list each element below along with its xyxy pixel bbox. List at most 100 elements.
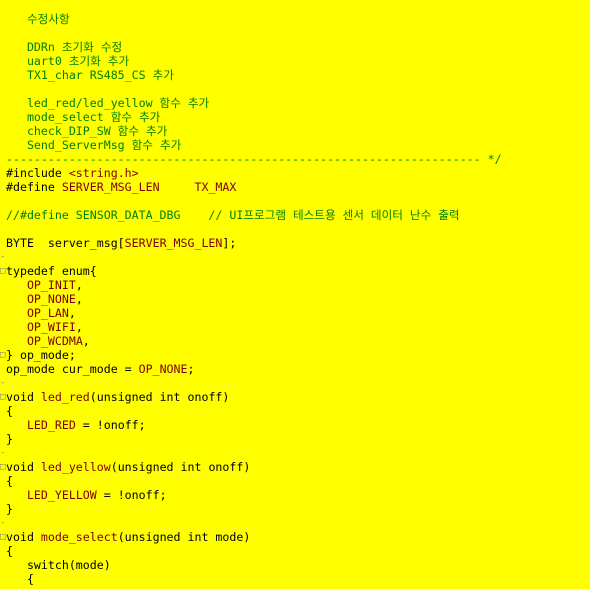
comment-token: 수정사항 <box>6 12 70 26</box>
code-line[interactable]: □ void mode_select(unsigned int mode) <box>0 530 590 544</box>
code-line[interactable]: op_mode cur_mode = OP_NONE; <box>0 362 590 376</box>
code-line[interactable]: mode_select 함수 추가 <box>0 110 590 124</box>
plain-token: #define <box>6 180 62 194</box>
code-line[interactable]: led_red/led_yellow 함수 추가 <box>0 96 590 110</box>
plain-token: { <box>6 544 13 558</box>
code-line[interactable]: 수정사항 <box>0 12 590 26</box>
plain-token: , <box>68 306 76 320</box>
code-line[interactable]: TX1_char RS485_CS 추가 <box>0 68 590 82</box>
plain-token: typedef enum{ <box>6 264 97 278</box>
code-line[interactable] <box>0 222 590 236</box>
fold-toggle-icon[interactable]: □ <box>0 390 6 404</box>
code-line[interactable]: ----------------------------------------… <box>0 152 590 166</box>
code-line[interactable]: uart0 초기화 추가 <box>0 54 590 68</box>
fold-toggle-icon[interactable]: □ <box>0 264 6 278</box>
plain-token: void <box>6 530 41 544</box>
fold-end-marker: - <box>0 252 6 262</box>
macro-token: OP_LAN <box>26 306 69 320</box>
plain-token: { <box>6 404 13 418</box>
comment-token: mode_select 함수 추가 <box>6 110 161 124</box>
comment-token: uart0 초기화 추가 <box>6 54 130 68</box>
macro-token: TX_MAX <box>194 180 237 194</box>
macro-token: mode_select <box>40 530 118 544</box>
code-line[interactable]: #include <string.h> <box>0 166 590 180</box>
code-line[interactable]: } <box>0 502 590 516</box>
code-line[interactable]: OP_WCDMA, <box>0 334 590 348</box>
code-line[interactable]: { <box>0 544 590 558</box>
plain-token: } <box>6 502 13 516</box>
macro-token: <string.h> <box>68 166 139 180</box>
plain-token: = !onoff; <box>96 488 167 502</box>
fold-toggle-icon[interactable]: □ <box>0 530 6 544</box>
plain-token: (unsigned int onoff) <box>89 390 230 404</box>
code-line[interactable]: LED_YELLOW = !onoff; <box>0 488 590 502</box>
plain-token: , <box>75 278 83 292</box>
code-line[interactable]: □ void led_red(unsigned int onoff) <box>0 390 590 404</box>
macro-token: OP_WCDMA <box>26 334 83 348</box>
plain-token: (unsigned int mode) <box>117 530 251 544</box>
plain-token: #include <box>6 166 69 180</box>
code-editor[interactable]: 수정사항 DDRn 초기화 수정 uart0 초기화 추가 TX1_char R… <box>0 12 590 586</box>
macro-token: LED_YELLOW <box>26 488 97 502</box>
plain-token: void <box>6 460 41 474</box>
code-line[interactable]: { <box>0 404 590 418</box>
macro-token: SERVER_MSG_LEN <box>61 180 160 194</box>
fold-end-marker: - <box>0 448 6 458</box>
comment-token: check_DIP_SW 함수 추가 <box>6 124 168 138</box>
plain-token: void <box>6 390 41 404</box>
code-line[interactable]: { <box>0 572 590 586</box>
plain-token: = !onoff; <box>75 418 146 432</box>
code-line[interactable]: switch(mode) <box>0 558 590 572</box>
plain-token: (unsigned int onoff) <box>110 460 251 474</box>
code-line[interactable]: LED_RED = !onoff; <box>0 418 590 432</box>
code-line[interactable]: - <box>0 376 590 390</box>
plain-token: BYTE server_msg[ <box>6 236 125 250</box>
code-line[interactable]: //#define SENSOR_DATA_DBG // UI프로그램 테스트용… <box>0 208 590 222</box>
code-line[interactable] <box>0 194 590 208</box>
macro-token: SERVER_MSG_LEN <box>124 236 223 250</box>
code-line[interactable]: - <box>0 250 590 264</box>
code-line[interactable]: - <box>0 516 590 530</box>
comment-token: Send_ServerMsg 함수 추가 <box>6 138 182 152</box>
code-line[interactable]: OP_NONE, <box>0 292 590 306</box>
comment-token: TX1_char RS485_CS 추가 <box>6 68 174 82</box>
macro-token: OP_NONE <box>138 362 188 376</box>
code-line[interactable] <box>0 82 590 96</box>
plain-token: } op_mode; <box>6 348 76 362</box>
macro-token: led_red <box>40 390 90 404</box>
fold-toggle-icon[interactable]: □ <box>0 348 6 362</box>
code-line[interactable]: DDRn 초기화 수정 <box>0 40 590 54</box>
code-line[interactable]: BYTE server_msg[SERVER_MSG_LEN]; <box>0 236 590 250</box>
macro-token: LED_RED <box>26 418 76 432</box>
code-line[interactable]: OP_LAN, <box>0 306 590 320</box>
macro-token: OP_NONE <box>26 292 76 306</box>
code-line[interactable]: OP_INIT, <box>0 278 590 292</box>
code-line[interactable]: - <box>0 446 590 460</box>
plain-token: , <box>75 320 83 334</box>
plain-token: , <box>75 292 83 306</box>
comment-token: //#define SENSOR_DATA_DBG // UI프로그램 테스트용… <box>6 208 460 222</box>
plain-token: { <box>6 572 34 586</box>
comment-token: ----------------------------------------… <box>6 152 502 166</box>
macro-token: led_yellow <box>40 460 111 474</box>
macro-token: OP_INIT <box>26 278 76 292</box>
code-line[interactable]: □} op_mode; <box>0 348 590 362</box>
code-line[interactable]: Send_ServerMsg 함수 추가 <box>0 138 590 152</box>
fold-toggle-icon[interactable]: □ <box>0 460 6 474</box>
code-line[interactable]: } <box>0 432 590 446</box>
code-line[interactable]: check_DIP_SW 함수 추가 <box>0 124 590 138</box>
code-line[interactable]: OP_WIFI, <box>0 320 590 334</box>
code-line[interactable] <box>0 26 590 40</box>
comment-token: DDRn 초기화 수정 <box>6 40 123 54</box>
code-line[interactable]: { <box>0 474 590 488</box>
code-line[interactable]: □ typedef enum{ <box>0 264 590 278</box>
plain-token: , <box>82 334 90 348</box>
plain-token: ; <box>187 362 195 376</box>
code-line[interactable]: □ void led_yellow(unsigned int onoff) <box>0 460 590 474</box>
code-line[interactable]: #define SERVER_MSG_LEN TX_MAX <box>0 180 590 194</box>
